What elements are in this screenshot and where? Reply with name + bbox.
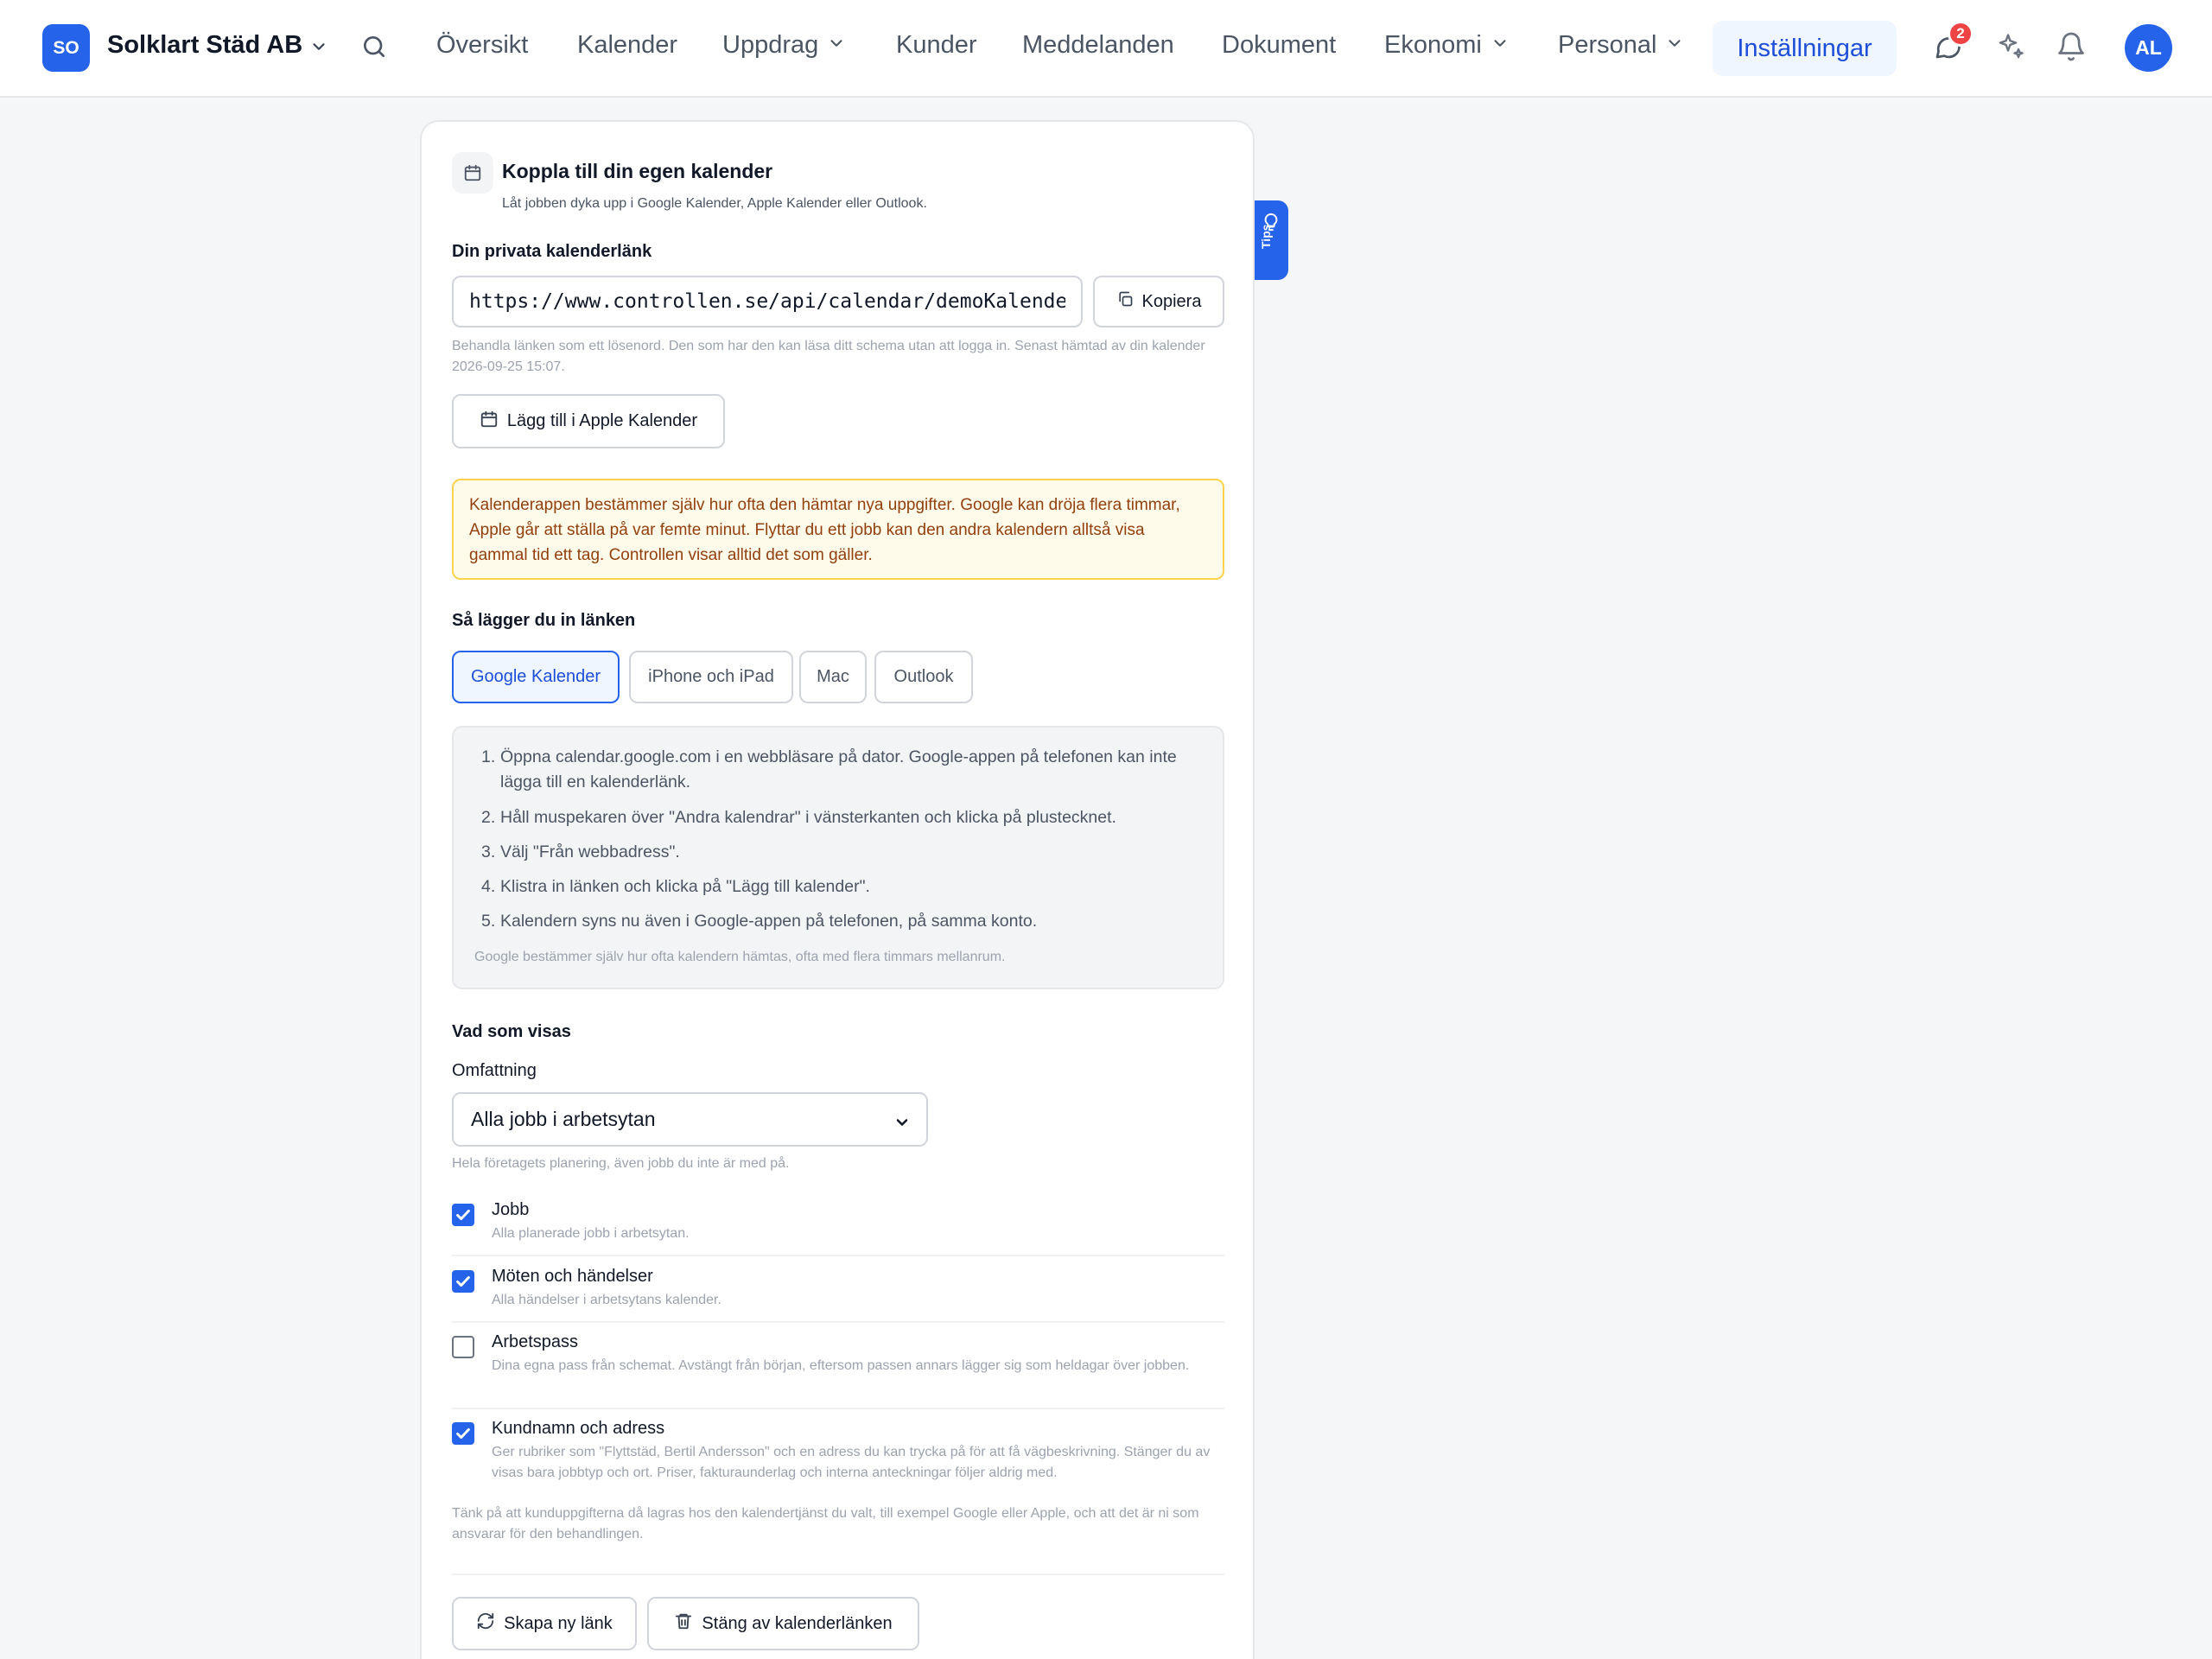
trash-icon <box>674 1611 693 1636</box>
nav-label: Översikt <box>436 31 529 59</box>
privacy-note: Tänk på att kunduppgifterna då lagras ho… <box>452 1506 1199 1541</box>
copy-icon <box>1116 290 1134 313</box>
chevron-down-icon[interactable] <box>309 37 328 60</box>
workspace-initials: SO <box>53 37 79 58</box>
option-title: Arbetspass <box>492 1332 579 1351</box>
checkbox-moten-och-handelser[interactable] <box>452 1270 474 1293</box>
tab-iphone-ipad[interactable]: iPhone och iPad <box>629 651 793 703</box>
checkmark-icon <box>456 1427 470 1440</box>
tips-label: Tips <box>1259 224 1273 249</box>
scope-label: Omfattning <box>452 1061 537 1080</box>
divider <box>452 1408 1224 1409</box>
howto-heading: Så lägger du in länken <box>452 611 636 630</box>
nav-item-installningar[interactable]: Inställningar <box>1713 21 1897 76</box>
option-title: Kundnamn och adress <box>492 1419 665 1438</box>
nav-label: Personal <box>1558 31 1657 59</box>
notification-count-badge: 2 <box>1948 21 1974 47</box>
avatar-initials: AL <box>2135 36 2162 59</box>
nav-label: Meddelanden <box>1022 31 1174 59</box>
avatar[interactable]: AL <box>2125 24 2172 72</box>
scope-hint: Hela företagets planering, även jobb du … <box>452 1156 790 1171</box>
bell-icon[interactable] <box>2056 31 2087 67</box>
nav-label: Inställningar <box>1737 34 1872 62</box>
instruction-step-text: Håll muspekaren över "Andra kalendrar" i… <box>500 808 1116 827</box>
add-to-apple-calendar-button[interactable]: Lägg till i Apple Kalender <box>452 394 725 448</box>
tab-outlook[interactable]: Outlook <box>874 651 973 703</box>
tab-google-kalender[interactable]: Google Kalender <box>452 651 620 703</box>
divider <box>452 1255 1224 1256</box>
apple-button-label: Lägg till i Apple Kalender <box>506 411 698 430</box>
checkbox-kundnamn-och-adress[interactable] <box>452 1422 474 1445</box>
scope-selected-value: Alla jobb i arbetsytan <box>471 1108 656 1130</box>
nav-item-dokument[interactable]: Dokument <box>1222 31 1336 60</box>
private-link-label: Din privata kalenderlänk <box>452 242 652 261</box>
option-title: Jobb <box>492 1200 530 1219</box>
sparkle-icon[interactable] <box>1995 31 2026 67</box>
create-new-link-button[interactable]: Skapa ny länk <box>452 1597 637 1650</box>
nav-item-kalender[interactable]: Kalender <box>577 31 677 60</box>
nav-item-oversikt[interactable]: Översikt <box>436 31 528 60</box>
link-security-hint: Behandla länken som ett lösenord. Den so… <box>452 339 1205 374</box>
checkmark-icon <box>456 1209 470 1221</box>
nav-item-uppdrag[interactable]: Uppdrag <box>722 31 846 60</box>
instruction-step-text: Välj "Från webbadress". <box>500 842 680 861</box>
instruction-step-text: Klistra in länken och klicka på "Lägg ti… <box>500 877 870 896</box>
option-title: Möten och händelser <box>492 1267 653 1286</box>
refresh-icon <box>476 1611 495 1636</box>
sync-delay-warning: Kalenderappen bestämmer själv hur ofta d… <box>452 479 1224 580</box>
nav-label: Kalender <box>577 31 678 59</box>
option-description: Alla händelser i arbetsytans kalender. <box>492 1293 721 1307</box>
instruction-step-text: Öppna calendar.google.com i en webbläsar… <box>500 747 1177 791</box>
chevron-down-icon <box>827 31 846 60</box>
card-subtitle: Låt jobben dyka upp i Google Kalender, A… <box>502 196 927 211</box>
option-description: Alla planerade jobb i arbetsytan. <box>492 1226 690 1241</box>
checkbox-arbetspass[interactable] <box>452 1336 474 1358</box>
private-link-input[interactable] <box>452 276 1083 327</box>
nav-item-meddelanden[interactable]: Meddelanden <box>1022 31 1174 60</box>
card-title: Koppla till din egen kalender <box>502 160 773 182</box>
nav-item-ekonomi[interactable]: Ekonomi <box>1384 31 1510 60</box>
shown-heading: Vad som visas <box>452 1022 571 1041</box>
instruction-step-text: Kalendern syns nu även i Google-appen på… <box>500 912 1038 931</box>
search-icon[interactable] <box>360 33 388 65</box>
divider <box>452 1321 1224 1323</box>
copy-button-label: Kopiera <box>1141 291 1202 311</box>
disable-calendar-link-button[interactable]: Stäng av kalenderlänken <box>647 1597 919 1650</box>
instructions-note: Google bestämmer själv hur ofta kalender… <box>474 950 1006 964</box>
instructions-panel: 1. Öppna calendar.google.com i en webbläs… <box>452 726 1224 989</box>
create-new-link-label: Skapa ny länk <box>504 1613 613 1633</box>
option-description: Dina egna pass från schemat. Avstängt fr… <box>492 1358 1190 1373</box>
scope-select[interactable]: Alla jobb i arbetsytan <box>452 1092 928 1147</box>
divider <box>452 1573 1224 1575</box>
top-navigation: SO Solklart Städ AB Översikt Kalender Up… <box>0 0 2212 98</box>
calendar-icon <box>452 152 493 194</box>
nav-item-personal[interactable]: Personal <box>1558 31 1684 60</box>
nav-item-kunder[interactable]: Kunder <box>896 31 977 60</box>
checkbox-jobb[interactable] <box>452 1204 474 1226</box>
nav-label: Kunder <box>896 31 977 59</box>
chevron-down-icon <box>893 1113 911 1136</box>
chevron-down-icon <box>1491 31 1510 60</box>
nav-label: Ekonomi <box>1384 31 1482 59</box>
checkmark-icon <box>456 1275 470 1287</box>
chevron-down-icon <box>1665 31 1684 60</box>
tab-mac[interactable]: Mac <box>799 651 867 703</box>
copy-button[interactable]: Kopiera <box>1093 276 1224 327</box>
calendar-sync-card: Koppla till din egen kalender Låt jobben… <box>420 120 1255 1659</box>
nav-label: Dokument <box>1222 31 1337 59</box>
nav-label: Uppdrag <box>722 31 819 59</box>
workspace-name[interactable]: Solklart Städ AB <box>107 31 302 60</box>
option-description: Ger rubriker som "Flyttstäd, Bertil Ande… <box>492 1445 1211 1480</box>
disable-link-label: Stäng av kalenderlänken <box>702 1613 893 1633</box>
workspace-logo[interactable]: SO <box>42 24 90 72</box>
calendar-icon <box>480 410 499 434</box>
